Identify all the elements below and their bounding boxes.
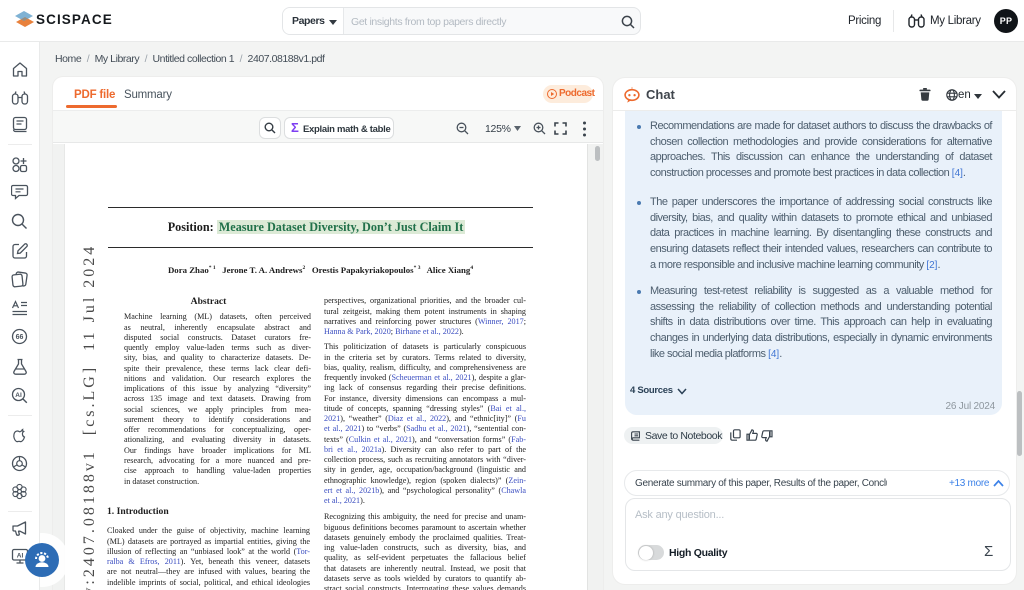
svg-text:66: 66 [16, 334, 24, 341]
svg-text:AI: AI [17, 553, 24, 560]
svg-text:AI: AI [15, 392, 22, 399]
